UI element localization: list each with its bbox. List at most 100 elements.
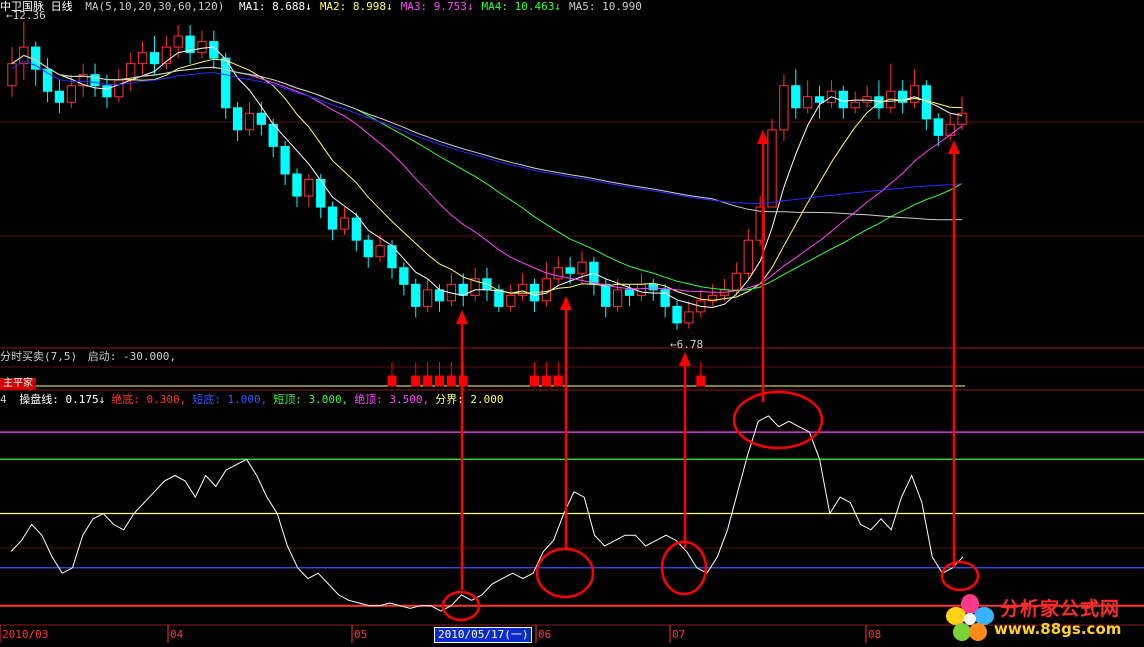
candle-body [767, 129, 777, 208]
arrowhead-icon [679, 352, 691, 366]
candle-body [316, 179, 326, 208]
candle-body [660, 289, 670, 307]
ma-value-3: MA3: 9.753↓ [400, 0, 474, 13]
arrowhead-icon [456, 310, 468, 324]
candle-body [339, 217, 350, 230]
candle-body [221, 57, 231, 109]
cursor-date-box: 2010/05/17(一) [434, 627, 533, 643]
month-tick-marks [0, 625, 867, 643]
month-label: 04 [170, 628, 184, 641]
candle-body [684, 311, 694, 324]
candle-body [90, 74, 100, 87]
signal-marker [541, 362, 551, 387]
ma-value-4: MA4: 10.463↓ [481, 0, 562, 13]
candle-body [232, 107, 243, 131]
month-label: 08 [868, 628, 882, 641]
candle-body [137, 52, 148, 65]
indicator1-tag: 主平家 [0, 378, 36, 390]
month-label: 05 [354, 628, 368, 641]
candle-body [517, 283, 528, 296]
candle-body [541, 278, 552, 302]
indicator-level-lines [0, 431, 1144, 607]
candle-body [411, 283, 421, 307]
candle-body [244, 112, 255, 131]
buy-signal-markers [0, 362, 965, 387]
arrowhead-icon [560, 296, 572, 310]
candle-body [731, 272, 742, 291]
chart-header: 中卫国脉 日线 MA(5,10,20,30,60,120) MA1: 8.688… [0, 0, 642, 13]
candle-body [494, 289, 504, 307]
high-price-label: ←12.36 [6, 9, 46, 22]
indicator2-item-6: 分界: 2.000 [435, 393, 504, 406]
candle-body [612, 289, 623, 307]
candle-body [102, 85, 112, 98]
indicator2-prefix: 4 [0, 393, 7, 406]
month-label: 2010/03 [2, 628, 49, 641]
candlestick-series [7, 21, 967, 330]
signal-marker [530, 362, 540, 387]
stock-chart-canvas[interactable] [0, 0, 1144, 647]
indicator1-header: 分时买卖(7,5) 启动: -30.000, [0, 350, 176, 363]
ma-value-5: MA5: 10.990 [569, 0, 642, 13]
candle-body [743, 239, 753, 274]
indicator2-item-3: 短底: 1.000, [192, 393, 268, 406]
candle-body [327, 206, 338, 230]
candle-body [672, 305, 682, 324]
indicator1-param: 启动: -30.000, [87, 350, 176, 363]
indicator2-header: 4 操盘线: 0.175↓ 绝底: 0.300, 短底: 1.000, 短顶: 3.0… [0, 393, 504, 406]
signal-marker [553, 362, 563, 387]
candle-body [42, 68, 53, 92]
signal-marker [411, 362, 421, 387]
candle-body [399, 267, 409, 285]
candle-body [54, 90, 65, 103]
candle-body [636, 283, 647, 296]
candle-body [648, 283, 658, 291]
candle-body [565, 267, 575, 274]
indicator2-item-1: 操盘线: 0.175↓ [19, 393, 106, 406]
low-price-label: ←6.78 [670, 338, 704, 351]
signal-marker [446, 362, 456, 387]
month-label: 07 [672, 628, 686, 641]
candle-body [363, 239, 373, 258]
candle-body [375, 245, 385, 258]
ma-values: MA1: 8.688↓ MA2: 8.998↓ MA3: 9.753↓ MA4: 10… [231, 0, 642, 13]
candle-body [434, 289, 445, 302]
indicator2-item-2: 绝底: 0.300, [111, 393, 187, 406]
ma-params: MA(5,10,20,30,60,120) [85, 0, 225, 13]
signal-marker [434, 362, 444, 387]
candle-body [304, 179, 314, 197]
candle-body [779, 85, 789, 131]
candle-body [862, 96, 872, 103]
candle-body [114, 79, 124, 98]
candle-body [577, 261, 587, 274]
candle-body [292, 173, 302, 197]
annotation-circle [732, 390, 824, 450]
indicator2-values: 操盘线: 0.175↓ 绝底: 0.300, 短底: 1.000, 短顶: 3.000… [13, 393, 503, 406]
flower-logo-icon [946, 594, 994, 641]
arrowhead-icon [757, 130, 769, 144]
candle-body [197, 41, 207, 54]
candle-body [909, 85, 920, 103]
candle-body [553, 267, 563, 280]
candle-body [624, 289, 635, 296]
candle-body [933, 118, 943, 136]
annotation-circle [940, 560, 980, 592]
indicator1-title: 分时买卖(7,5) [0, 350, 78, 363]
signal-marker [423, 362, 433, 387]
indicator2-item-5: 绝顶: 3.500, [354, 393, 430, 406]
candle-body [601, 283, 611, 307]
candle-body [850, 101, 860, 109]
candle-body [814, 96, 825, 103]
candle-body [256, 112, 267, 125]
candle-body [351, 217, 362, 241]
logo-text-cn: 分析家公式网 [1000, 598, 1121, 620]
signal-marker [696, 362, 706, 387]
candle-body [149, 52, 160, 65]
candle-body [838, 90, 848, 109]
arrowhead-icon [948, 140, 960, 154]
month-label: 06 [538, 628, 552, 641]
candle-body [506, 294, 516, 307]
candle-body [791, 85, 801, 109]
low-arrow-icon: ← [670, 338, 677, 351]
indicator2-item-4: 短顶: 3.000, [273, 393, 349, 406]
